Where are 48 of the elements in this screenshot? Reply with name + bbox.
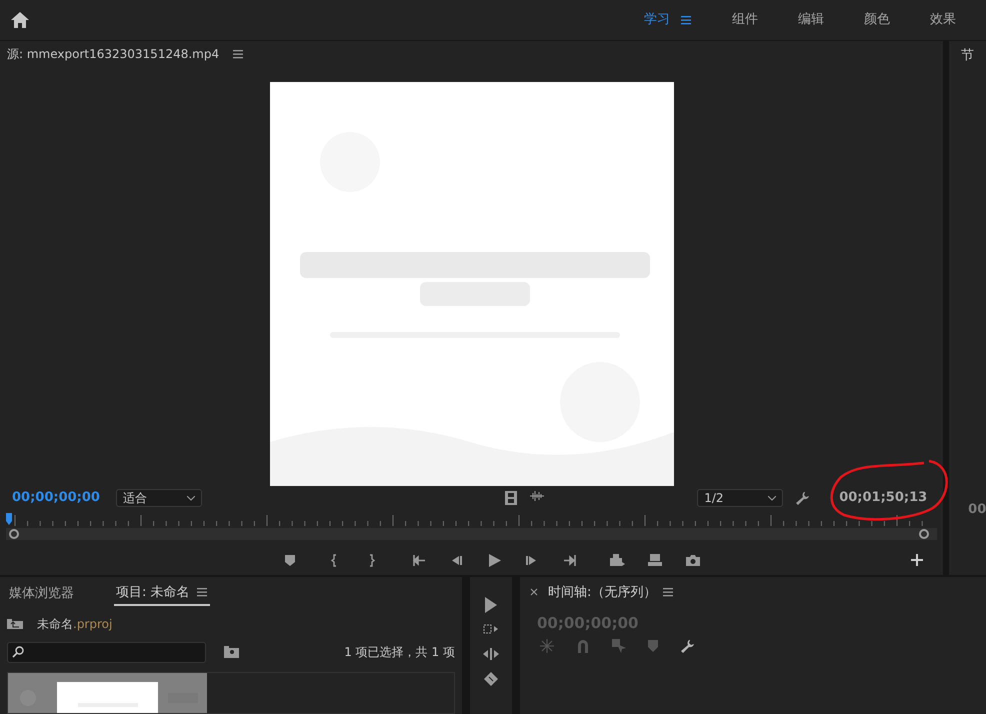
- wrench-icon[interactable]: [795, 491, 810, 506]
- chevron-icon: [768, 496, 776, 501]
- film-icon[interactable]: [505, 491, 518, 506]
- overwrite-icon[interactable]: [647, 552, 663, 568]
- selection-count: 1 项已选择，共 1 项: [344, 644, 455, 661]
- zoom-dropdown[interactable]: 适合: [116, 489, 202, 508]
- close-icon[interactable]: [530, 588, 538, 596]
- workspace-tab[interactable]: 学习: [624, 0, 712, 40]
- workspace-tab[interactable]: 效果: [910, 0, 976, 40]
- razor-icon[interactable]: [483, 670, 499, 686]
- selection-tool-icon[interactable]: [484, 596, 498, 612]
- menu-icon[interactable]: [662, 586, 674, 598]
- search-field[interactable]: [7, 642, 206, 662]
- menu-icon[interactable]: [680, 14, 692, 26]
- duration-timecode: 00;01;50;13: [839, 489, 928, 508]
- panel-tab[interactable]: 媒体浏览器: [7, 580, 76, 606]
- search-icon: [12, 646, 24, 658]
- play-icon[interactable]: [487, 552, 503, 568]
- resolution-dropdown[interactable]: 1/2: [697, 489, 784, 508]
- panel-tab[interactable]: 项目: 未命名: [114, 580, 210, 606]
- camera-icon[interactable]: [685, 552, 701, 568]
- out-handle[interactable]: [919, 529, 930, 540]
- panel-title: 节: [960, 47, 976, 66]
- go-to-out-icon[interactable]: [563, 552, 579, 568]
- go-to-in-icon[interactable]: [411, 552, 427, 568]
- home-icon[interactable]: [10, 11, 30, 29]
- waveform-icon[interactable]: [530, 491, 544, 502]
- workspace-tab[interactable]: 颜色: [844, 0, 910, 40]
- ripple-edit-icon[interactable]: [483, 646, 499, 660]
- add-icon[interactable]: [911, 554, 924, 566]
- menu-icon[interactable]: [232, 48, 244, 60]
- insert-icon[interactable]: [609, 552, 625, 568]
- in-handle[interactable]: [9, 529, 19, 540]
- panel-title: 源: mmexport1632303151248.mp4: [7, 46, 220, 64]
- panel-tab[interactable]: 时间轴:（无序列）: [546, 580, 676, 604]
- timecode: 00: [968, 500, 986, 519]
- wrench-icon[interactable]: [680, 638, 694, 652]
- workspace-tab[interactable]: 编辑: [778, 0, 844, 40]
- bin-search-icon[interactable]: [224, 646, 239, 658]
- timecode[interactable]: 00;00;00;00: [12, 488, 116, 508]
- menu-icon[interactable]: [196, 586, 208, 598]
- folder-up-icon[interactable]: [7, 619, 23, 629]
- workspace-tab[interactable]: 组件: [712, 0, 778, 40]
- chevron-icon: [187, 496, 195, 501]
- file-name: 未命名.prproj: [37, 616, 112, 633]
- marker-icon[interactable]: [648, 640, 658, 652]
- playhead[interactable]: [6, 513, 12, 526]
- track-select-icon[interactable]: [483, 622, 499, 636]
